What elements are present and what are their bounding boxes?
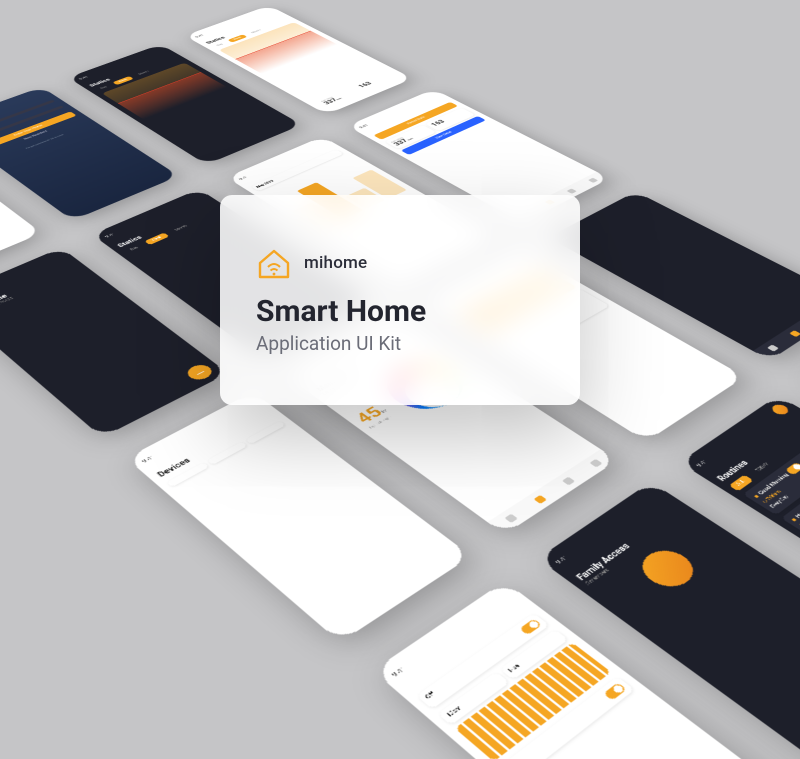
hero-subtitle: Application UI Kit	[256, 332, 401, 355]
screen-dark-nav: 9:41	[548, 192, 800, 361]
screen-home: 9:41 Your home Fresh Gamers 26405 ＋	[0, 248, 228, 438]
screen-devices: 9:41 Devices	[126, 392, 471, 643]
hero-card: mihome Smart Home Application UI Kit	[220, 195, 580, 405]
mihome-logo-icon	[256, 245, 292, 281]
hero-title: Smart Home	[256, 295, 426, 330]
brand-name: mihome	[304, 253, 367, 273]
